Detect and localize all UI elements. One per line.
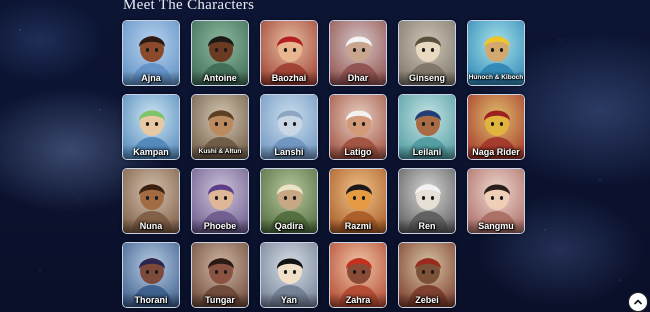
character-card-ginseng[interactable]: Ginseng: [398, 20, 456, 86]
character-name: Tungar: [205, 295, 235, 305]
character-card-kampan[interactable]: Kampan: [122, 94, 180, 160]
character-name: Thorani: [134, 295, 168, 305]
character-card-baozhai[interactable]: Baozhai: [260, 20, 318, 86]
character-name: Phoebe: [203, 221, 237, 231]
character-card-antoine[interactable]: Antoine: [191, 20, 249, 86]
character-card-zebei[interactable]: Zebei: [398, 242, 456, 308]
character-card-ajna[interactable]: Ajna: [122, 20, 180, 86]
character-card-nuna[interactable]: Nuna: [122, 168, 180, 234]
character-card-latigo[interactable]: Latigo: [329, 94, 387, 160]
character-card-zahra[interactable]: Zahra: [329, 242, 387, 308]
character-card-phoebe[interactable]: Phoebe: [191, 168, 249, 234]
character-name: Leilani: [412, 147, 442, 157]
character-card-yan[interactable]: Yan: [260, 242, 318, 308]
character-card-tungar[interactable]: Tungar: [191, 242, 249, 308]
character-name: Zebei: [415, 295, 439, 305]
character-name: Baozhai: [271, 73, 307, 83]
character-card-leilani[interactable]: Leilani: [398, 94, 456, 160]
character-name: Ajna: [141, 73, 161, 83]
character-name: Naga Rider: [472, 147, 520, 157]
character-card-kushi-altun[interactable]: Kushi & Altun: [191, 94, 249, 160]
character-grid: Ajna Antoine Baozhai Dhar Ginseng Hunoch & Ki…: [122, 20, 525, 308]
character-name: Razmi: [344, 221, 372, 231]
character-name: Sangmu: [478, 221, 514, 231]
character-card-qadira[interactable]: Qadira: [260, 168, 318, 234]
page-title: Meet The Characters: [123, 0, 255, 13]
character-name: Kampan: [133, 147, 169, 157]
character-name: Lanshi: [274, 147, 304, 157]
character-card-ren[interactable]: Ren: [398, 168, 456, 234]
character-name: Dhar: [347, 73, 369, 83]
character-name: Ginseng: [408, 73, 445, 83]
character-card-dhar[interactable]: Dhar: [329, 20, 387, 86]
character-name: Antoine: [203, 73, 237, 83]
scroll-to-top-button[interactable]: [628, 292, 648, 312]
character-card-lanshi[interactable]: Lanshi: [260, 94, 318, 160]
character-card-naga-rider[interactable]: Naga Rider: [467, 94, 525, 160]
character-name: Latigo: [344, 147, 372, 157]
character-card-hunoch-kiboch[interactable]: Hunoch & Kiboch: [467, 20, 525, 86]
character-name: Ren: [418, 221, 436, 231]
character-name: Kushi & Altun: [198, 148, 242, 155]
character-card-razmi[interactable]: Razmi: [329, 168, 387, 234]
character-name: Nuna: [139, 221, 163, 231]
character-card-thorani[interactable]: Thorani: [122, 242, 180, 308]
character-name: Yan: [280, 295, 297, 305]
character-name: Hunoch & Kiboch: [468, 74, 524, 81]
character-card-sangmu[interactable]: Sangmu: [467, 168, 525, 234]
chevron-up-icon: [634, 299, 642, 305]
character-name: Zahra: [345, 295, 371, 305]
character-name: Qadira: [274, 221, 304, 231]
